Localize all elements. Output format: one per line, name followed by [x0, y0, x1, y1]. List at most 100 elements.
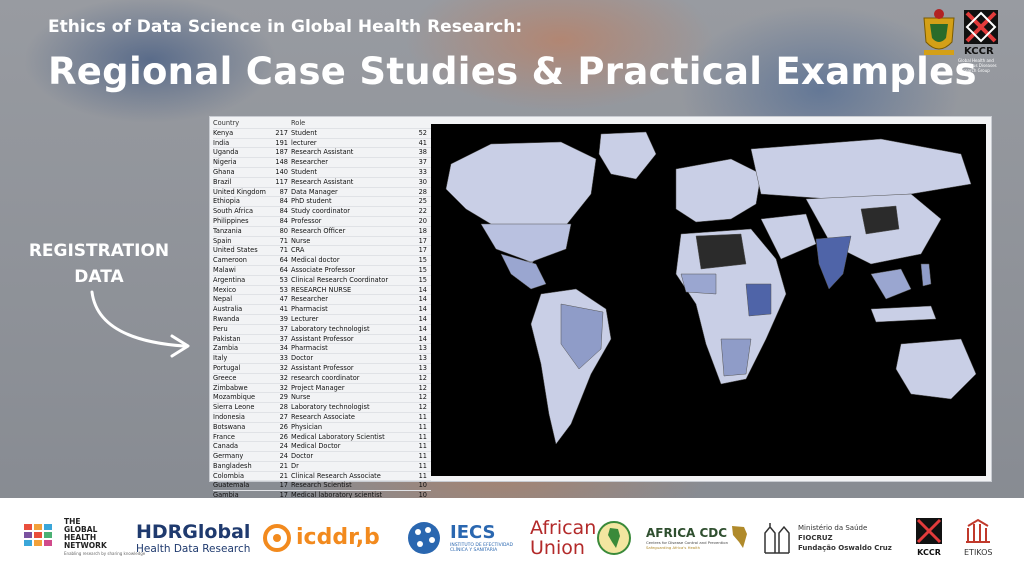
cell-role: Data Manager — [291, 187, 338, 196]
cell-country: Ethiopia — [213, 197, 240, 206]
cell-country: Bangladesh — [213, 461, 252, 470]
cell-country: Zimbabwe — [213, 383, 248, 392]
africa-cdc-name: AFRICA CDC — [646, 525, 728, 540]
africa-cdc-logo: AFRICA CDC Centres for Disease Control a… — [646, 498, 750, 577]
cell-country-count: 26 — [279, 432, 288, 441]
cell-role: Doctor — [291, 354, 314, 363]
kccr-logo-subtitle: Global Health and Infectious Diseases Re… — [958, 58, 997, 73]
iecs-globe-icon — [408, 521, 440, 554]
cell-country-count: 117 — [275, 177, 288, 186]
table-row: Philippines 84 Professor 20 — [213, 215, 431, 226]
tghn-tagline: Enabling research by sharing knowledge — [64, 550, 146, 556]
cell-role-count: 11 — [418, 461, 427, 470]
table-row: Indonesia 27 Research Associate 11 — [213, 411, 431, 422]
table-row: Malawi 64 Associate Professor 15 — [213, 264, 431, 275]
registration-label-line1: REGISTRATION — [28, 241, 170, 261]
table-row: Botswana 26 Physician 11 — [213, 421, 431, 432]
cell-role-count: 11 — [418, 432, 427, 441]
au-line2: Union — [530, 536, 585, 559]
cell-country: Rwanda — [213, 314, 240, 323]
iecs-name: IECS — [450, 522, 496, 543]
cell-role-count: 14 — [418, 295, 427, 304]
icddrb-hands-icon — [263, 523, 291, 552]
icddrb-logo: icddr,b — [262, 498, 380, 577]
cell-country-count: 32 — [279, 383, 288, 392]
cell-country: South Africa — [213, 207, 254, 216]
southern-africa-region — [720, 338, 752, 377]
cell-country-count: 187 — [275, 148, 288, 157]
cell-role-count: 13 — [418, 363, 427, 372]
cell-role-count: 12 — [418, 403, 427, 412]
cell-country-count: 87 — [279, 187, 288, 196]
cell-role: Professor — [291, 216, 322, 225]
cell-country: Indonesia — [213, 412, 245, 421]
table-row: Italy 33 Doctor 13 — [213, 353, 431, 363]
cell-country-count: 80 — [279, 226, 288, 235]
slide-title: Regional Case Studies & Practical Exampl… — [48, 50, 977, 93]
fiocruz-logo: Ministério da Saúde FIOCRUZ Fundação Osw… — [762, 498, 892, 577]
fiocruz-ministry: Ministério da Saúde — [798, 523, 868, 532]
cell-role: Doctor — [291, 452, 314, 461]
cell-role-count: 14 — [418, 285, 427, 294]
cell-role-count: 12 — [418, 373, 427, 382]
registration-data-panel: Country Role Kenya 217 Student 52 India 191 le… — [209, 116, 992, 509]
slide-subtitle: Ethics of Data Science in Global Health … — [48, 17, 523, 37]
hdr-global-name: HDRGlobal — [136, 520, 251, 543]
cell-country: Sierra Leone — [213, 403, 255, 412]
cell-role: Clinical Research Associate — [291, 471, 381, 480]
cell-country-count: 26 — [279, 422, 288, 431]
cell-country-count: 217 — [275, 128, 288, 137]
cell-country: United Kingdom — [213, 187, 266, 196]
cell-role: CRA — [291, 246, 305, 255]
cell-role-count: 11 — [418, 452, 427, 461]
cell-role-count: 52 — [418, 128, 427, 137]
cell-country-count: 21 — [279, 471, 288, 480]
cell-role: Laboratory technologist — [291, 403, 370, 412]
cell-role: Nurse — [291, 393, 311, 402]
cell-country: Mozambique — [213, 393, 256, 402]
hdr-global-logo: HDRGlobal Health Data Research — [136, 498, 250, 577]
table-row: Pakistan 37 Assistant Professor 14 — [213, 333, 431, 344]
cell-role-count: 25 — [418, 197, 427, 206]
cell-role: Research Scientist — [291, 481, 352, 490]
table-row: Zambia 34 Pharmacist 13 — [213, 343, 431, 353]
knust-crest-logo — [923, 9, 955, 55]
table-row: Spain 71 Nurse 17 — [213, 235, 431, 246]
table-row: Kenya 217 Student 52 — [213, 127, 431, 138]
cell-role: Medical Doctor — [291, 442, 341, 451]
cell-country-count: 53 — [279, 285, 288, 294]
cell-role-count: 11 — [418, 412, 427, 421]
cell-country-count: 53 — [279, 275, 288, 284]
cell-role: Associate Professor — [291, 265, 356, 274]
fiocruz-building-icon — [764, 522, 790, 554]
cell-role: Researcher — [291, 158, 329, 167]
africa-cdc-sub: Centres for Disease Control and Preventi… — [646, 539, 729, 545]
cell-country-count: 71 — [279, 246, 288, 255]
cell-country-count: 33 — [279, 354, 288, 363]
hdr-global-sub: Health Data Research — [136, 542, 251, 555]
african-union-logo: African Union — [530, 498, 632, 577]
cell-role-count: 20 — [418, 216, 427, 225]
table-row: Peru 37 Laboratory technologist 14 — [213, 323, 431, 334]
kccr-logo-mark — [964, 10, 998, 44]
cell-role-count: 28 — [418, 187, 427, 196]
cell-role-count: 13 — [418, 344, 427, 353]
table-row: Ghana 140 Student 33 — [213, 166, 431, 177]
east-africa-region — [745, 283, 772, 317]
table-row: Uganda 187 Research Assistant 38 — [213, 147, 431, 157]
table-row: Mexico 53 RESEARCH NURSE 14 — [213, 284, 431, 295]
table-row: Colombia 21 Clinical Research Associate 11 — [213, 470, 431, 481]
cell-country-count: 148 — [275, 158, 288, 167]
cell-country-count: 21 — [279, 461, 288, 470]
cell-role-count: 14 — [418, 334, 427, 343]
tghn-mosaic-icon — [24, 523, 52, 546]
table-row: Canada 24 Medical Doctor 11 — [213, 441, 431, 451]
cell-role-count: 10 — [418, 481, 427, 490]
etikos-columns-icon — [966, 518, 991, 543]
central-asia-region — [860, 205, 900, 235]
registration-label-line2: DATA — [74, 267, 124, 287]
cell-role: research coordinator — [291, 373, 360, 382]
cell-role-count: 13 — [418, 354, 427, 363]
cell-country-count: 17 — [279, 481, 288, 490]
cell-role-count: 15 — [418, 275, 427, 284]
